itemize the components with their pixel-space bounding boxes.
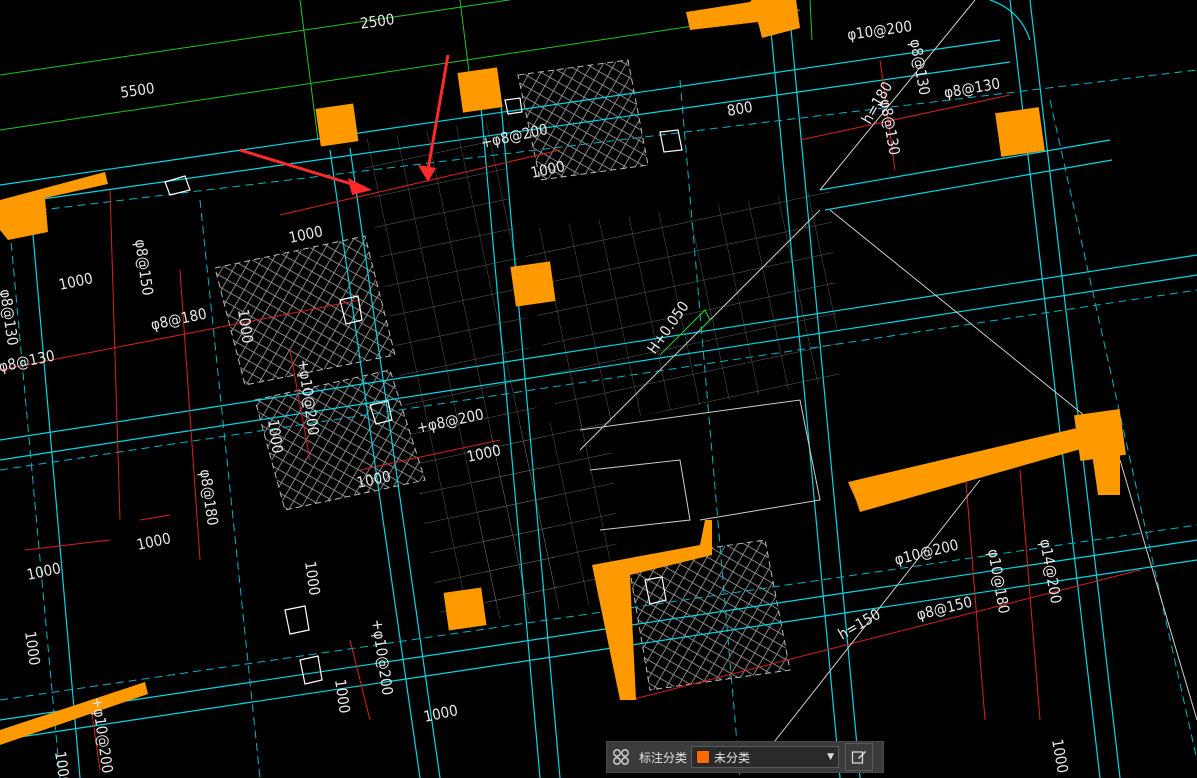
edit-category-button[interactable] [845, 743, 874, 771]
drawing-labels: 2500 5500 φ10@200 φ8@130 φ8@130 h=180 φ8… [0, 10, 1072, 778]
dim-label: 1000 [1048, 738, 1072, 775]
rebar-label: φ8@180 [149, 305, 208, 334]
annotation-category-toolbar: 标注分类 未分类 ▼ [606, 741, 884, 773]
dim-label: 1000 [529, 157, 566, 182]
dim-label: 1000 [21, 630, 44, 667]
grid-region [360, 120, 840, 620]
edit-icon [851, 751, 867, 764]
rebar-label: φ8@130 [943, 74, 1002, 102]
rebar-label: φ10@200 [846, 17, 913, 44]
category-dropdown[interactable]: 未分类 ▼ [691, 746, 840, 768]
rebar-label: +φ10@200 [88, 696, 116, 774]
rebar-label: φ8@130 [0, 347, 56, 376]
rebar-label: φ8@130 [906, 38, 934, 97]
category-selected-value: 未分类 [714, 750, 751, 765]
category-color-swatch [696, 750, 711, 764]
rebar-label: +φ10@200 [368, 618, 396, 696]
dim-label: 1000 [301, 560, 324, 597]
rebar-label: φ10@180 [984, 548, 1013, 615]
toolbar-label: 标注分类 [639, 750, 688, 765]
chevron-down-icon: ▼ [827, 752, 835, 762]
dim-label: 1000 [287, 222, 324, 247]
rebar-label: φ8@130 [0, 288, 22, 347]
rebar-label: φ10@200 [893, 536, 961, 569]
rebar-label: φ8@150 [131, 238, 157, 297]
dim-label: 1000 [422, 701, 459, 726]
dim-label: 1000 [135, 529, 172, 554]
dim-label: 1000 [331, 678, 354, 715]
dim-2500: 2500 [359, 10, 396, 33]
cad-drawing-canvas[interactable]: 2500 5500 φ10@200 φ8@130 φ8@130 h=180 φ8… [0, 0, 1197, 778]
dim-label: 1000 [264, 418, 287, 455]
dim-label: 800 [726, 98, 754, 120]
dim-label: 1000 [25, 559, 62, 584]
rebar-label: φ8@180 [196, 468, 222, 527]
rebar-label: φ8@150 [915, 593, 974, 624]
category-grid-icon[interactable] [607, 743, 635, 771]
dim-label: 1000 [51, 750, 74, 778]
dim-label: 1000 [57, 269, 94, 294]
rebar-label: φ8@130 [876, 98, 904, 157]
dim-5500: 5500 [119, 79, 156, 102]
